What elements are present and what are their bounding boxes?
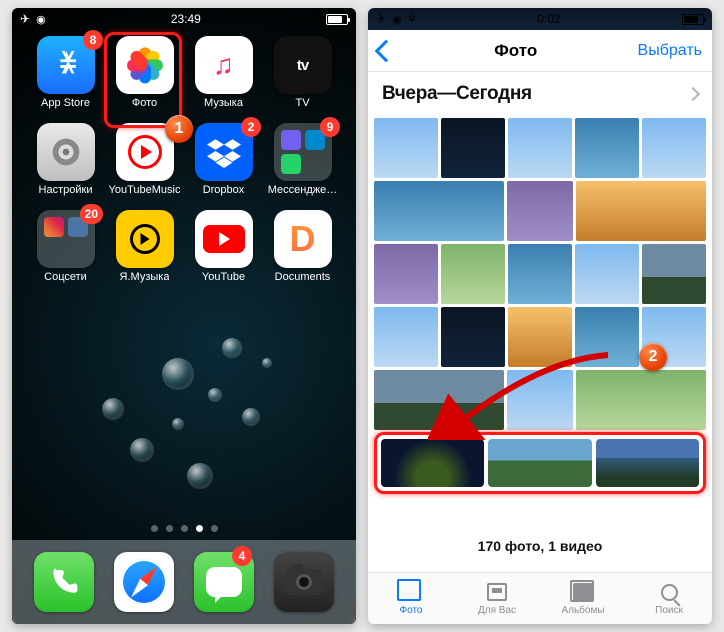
folder-messengers[interactable]: 9 Мессендже… [263, 123, 342, 196]
app-grid: 8 App Store Фото ♫ Музыка [12, 36, 356, 283]
badge: 8 [83, 30, 103, 50]
recent-thumb[interactable] [596, 439, 699, 487]
settings-icon [37, 123, 95, 181]
app-settings[interactable]: Настройки [26, 123, 105, 196]
thumbnail-grid[interactable] [374, 118, 706, 458]
phone-icon [34, 552, 94, 612]
app-label: Музыка [204, 97, 243, 109]
airplane-mode-icon: ✈ [376, 12, 386, 26]
app-documents[interactable]: D Documents [263, 210, 342, 283]
photos-icon [116, 36, 174, 94]
navigation-bar: Фото Выбрать [368, 30, 712, 72]
photos-tab-icon [401, 583, 421, 601]
dock-camera[interactable] [274, 552, 334, 612]
select-button[interactable]: Выбрать [638, 42, 702, 60]
clock: 0:02 [537, 12, 560, 26]
app-label: TV [295, 97, 309, 109]
app-photos[interactable]: Фото [105, 36, 184, 109]
tab-label: Для Вас [478, 605, 516, 616]
search-tab-icon [661, 584, 678, 601]
home-screen: ✈ ◉ 23:49 8 App Store [12, 8, 356, 624]
app-label: Настройки [39, 184, 93, 196]
tab-photos[interactable]: Фото [368, 573, 454, 624]
badge: 20 [80, 204, 103, 224]
dock-messages[interactable]: 4 [194, 552, 254, 612]
badge: 4 [232, 546, 252, 566]
annotation-highlight-strip [374, 432, 706, 494]
app-dropbox[interactable]: 2 Dropbox [184, 123, 263, 196]
for-you-tab-icon [487, 583, 507, 601]
tab-label: Фото [400, 605, 423, 616]
badge: 2 [241, 117, 261, 137]
app-music[interactable]: ♫ Музыка [184, 36, 263, 109]
youtube-icon [195, 210, 253, 268]
wifi-icon: ◉ [36, 13, 46, 26]
app-label: YouTubeMusic [109, 184, 181, 196]
wifi-icon: ◉ [392, 13, 402, 26]
section-header[interactable]: Вчера—Сегодня [368, 72, 712, 116]
tab-search[interactable]: Поиск [626, 573, 712, 624]
folder-social[interactable]: 20 Соцсети [26, 210, 105, 283]
section-title: Вчера—Сегодня [382, 83, 532, 105]
back-button[interactable] [378, 43, 394, 59]
badge: 9 [320, 117, 340, 137]
app-label: Фото [132, 97, 157, 109]
recent-thumb[interactable] [381, 439, 484, 487]
app-label: Dropbox [203, 184, 245, 196]
app-appstore[interactable]: 8 App Store [26, 36, 105, 109]
tab-bar: Фото Для Вас Альбомы Поиск [368, 572, 712, 624]
dock: 4 [12, 540, 356, 624]
app-label: Я.Музыка [120, 271, 170, 283]
app-label: Соцсети [44, 271, 87, 283]
tab-label: Альбомы [561, 605, 604, 616]
status-bar: ✈ ◉ 23:49 [12, 8, 356, 30]
app-label: Documents [275, 271, 331, 283]
chevron-left-icon [375, 39, 398, 62]
documents-icon: D [274, 210, 332, 268]
loading-icon: ✲ [408, 14, 416, 25]
app-yandex-music[interactable]: Я.Музыка [105, 210, 184, 283]
app-label: YouTube [202, 271, 245, 283]
clock: 23:49 [171, 12, 201, 26]
tab-for-you[interactable]: Для Вас [454, 573, 540, 624]
recent-thumb[interactable] [488, 439, 591, 487]
app-tv[interactable]: tv TV [263, 36, 342, 109]
yandex-music-icon [116, 210, 174, 268]
camera-icon [274, 552, 334, 612]
battery-icon [326, 14, 348, 25]
library-summary: 170 фото, 1 видео [368, 526, 712, 566]
tv-icon: tv [274, 36, 332, 94]
app-youtube[interactable]: YouTube [184, 210, 263, 283]
annotation-callout-1: 1 [165, 115, 193, 143]
dock-safari[interactable] [114, 552, 174, 612]
music-icon: ♫ [195, 36, 253, 94]
battery-icon [682, 14, 704, 25]
app-label: Мессендже… [268, 184, 338, 196]
nav-title: Фото [494, 41, 537, 61]
app-label: App Store [41, 97, 90, 109]
safari-icon [114, 552, 174, 612]
status-bar: ✈ ◉ ✲ 0:02 [368, 8, 712, 30]
chevron-right-icon [686, 87, 700, 101]
annotation-callout-2: 2 [639, 343, 667, 371]
dock-phone[interactable] [34, 552, 94, 612]
page-indicator[interactable] [12, 525, 356, 532]
tab-albums[interactable]: Альбомы [540, 573, 626, 624]
airplane-mode-icon: ✈ [20, 12, 30, 26]
albums-tab-icon [573, 583, 593, 601]
photos-app: ✈ ◉ ✲ 0:02 Фото Выбрать Вчера—Сегодня [368, 8, 712, 624]
